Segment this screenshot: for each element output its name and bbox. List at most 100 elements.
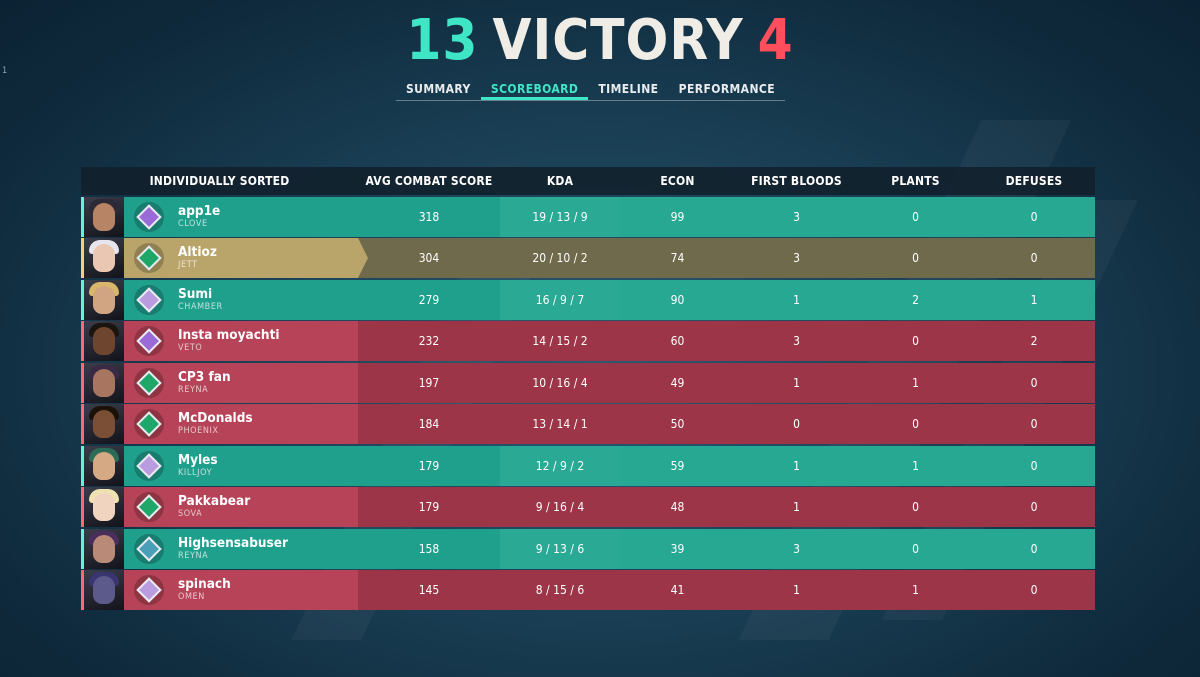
agent-name: CHAMBER xyxy=(178,301,223,312)
acs-value: 318 xyxy=(358,196,500,237)
player-name[interactable]: Pakkabear xyxy=(178,494,250,508)
player-name[interactable]: Myles xyxy=(178,453,218,467)
player-name[interactable]: CP3 fan xyxy=(178,370,231,384)
defuses-value: 0 xyxy=(973,362,1095,403)
agent-face xyxy=(93,244,115,272)
rank-gem xyxy=(136,286,162,313)
player-row[interactable]: CP3 fan REYNA 197 10 / 16 / 4 49 1 1 0 xyxy=(81,362,1095,403)
player-cell: app1e CLOVE xyxy=(81,196,358,237)
player-row[interactable]: Highsensabuser REYNA 158 9 / 13 / 6 39 3… xyxy=(81,528,1095,569)
agent-portrait xyxy=(84,445,124,486)
column-header-acs[interactable]: AVG COMBAT SCORE xyxy=(358,174,500,188)
amethyst-rank-icon xyxy=(134,326,164,356)
plants-value: 1 xyxy=(858,362,973,403)
player-cell: CP3 fan REYNA xyxy=(81,362,358,403)
econ-value: 59 xyxy=(620,445,735,486)
acs-value: 232 xyxy=(358,321,500,361)
first-bloods-value: 3 xyxy=(735,321,858,361)
agent-face xyxy=(93,451,115,480)
agent-name: VETO xyxy=(178,343,203,354)
kda-value: 12 / 9 / 2 xyxy=(500,445,620,486)
acs-value: 179 xyxy=(358,445,500,486)
emerald-rank-icon xyxy=(134,409,164,439)
agent-name: PHOENIX xyxy=(178,426,219,437)
player-row[interactable]: Insta moyachti VETO 232 14 / 15 / 2 60 3… xyxy=(81,321,1095,361)
player-row[interactable]: Myles KILLJOY 179 12 / 9 / 2 59 1 1 0 xyxy=(81,445,1095,486)
scoreboard-header: INDIVIDUALLY SORTED AVG COMBAT SCORE KDA… xyxy=(81,167,1095,195)
rank-gem xyxy=(136,203,162,230)
first-bloods-value: 1 xyxy=(735,279,858,320)
first-bloods-value: 3 xyxy=(735,196,858,237)
column-header-defuses[interactable]: DEFUSES xyxy=(973,174,1095,188)
agent-face xyxy=(93,534,115,563)
agent-name: SOVA xyxy=(178,509,203,520)
player-row[interactable]: spinach OMEN 145 8 / 15 / 6 41 1 1 0 xyxy=(81,570,1095,610)
acs-value: 179 xyxy=(358,487,500,527)
column-header-plants[interactable]: PLANTS xyxy=(858,174,973,188)
tab-timeline[interactable]: TIMELINE xyxy=(588,80,668,100)
acs-value: 279 xyxy=(358,279,500,320)
column-header-kda[interactable]: KDA xyxy=(500,174,620,188)
player-name[interactable]: Altioz xyxy=(178,245,217,259)
acs-value: 145 xyxy=(358,570,500,610)
kda-value: 16 / 9 / 7 xyxy=(500,279,620,320)
plants-value: 0 xyxy=(858,321,973,361)
rank-gem xyxy=(136,452,162,479)
rank-gem xyxy=(136,577,162,603)
match-result-header: 13 VICTORY 4 xyxy=(0,8,1200,73)
agent-portrait xyxy=(84,238,124,278)
rank-gem xyxy=(136,245,162,271)
player-name[interactable]: McDonalds xyxy=(178,411,253,425)
emerald-rank-icon xyxy=(134,492,164,522)
player-identity: Altioz JETT xyxy=(178,245,217,271)
player-row[interactable]: app1e CLOVE 318 19 / 13 / 9 99 3 0 0 xyxy=(81,196,1095,237)
tab-scoreboard[interactable]: SCOREBOARD xyxy=(480,80,589,100)
kda-value: 9 / 16 / 4 xyxy=(500,487,620,527)
kda-value: 8 / 15 / 6 xyxy=(500,570,620,610)
player-name[interactable]: spinach xyxy=(178,577,231,591)
column-header-first-bloods[interactable]: FIRST BLOODS xyxy=(735,174,858,188)
player-identity: Myles KILLJOY xyxy=(178,453,218,479)
plants-value: 0 xyxy=(858,528,973,569)
first-bloods-value: 1 xyxy=(735,362,858,403)
tab-performance[interactable]: PERFORMANCE xyxy=(669,80,785,100)
player-name[interactable]: Insta moyachti xyxy=(178,328,280,342)
player-row[interactable]: McDonalds PHOENIX 184 13 / 14 / 1 50 0 0… xyxy=(81,404,1095,444)
player-row[interactable]: Sumi CHAMBER 279 16 / 9 / 7 90 1 2 1 xyxy=(81,279,1095,320)
player-name[interactable]: Highsensabuser xyxy=(178,536,288,550)
first-bloods-value: 1 xyxy=(735,445,858,486)
kda-value: 14 / 15 / 2 xyxy=(500,321,620,361)
defuses-value: 0 xyxy=(973,445,1095,486)
scoreboard-rows: app1e CLOVE 318 19 / 13 / 9 99 3 0 0 Alt… xyxy=(81,196,1095,610)
defuses-value: 0 xyxy=(973,528,1095,569)
agent-face xyxy=(93,493,115,521)
acs-value: 197 xyxy=(358,362,500,403)
econ-value: 41 xyxy=(620,570,735,610)
platinum-rank-icon xyxy=(134,533,164,564)
emerald-rank-icon xyxy=(134,367,164,398)
agent-name: REYNA xyxy=(178,550,209,561)
player-row[interactable]: Altioz JETT 304 20 / 10 / 2 74 3 0 0 xyxy=(81,238,1095,278)
player-name[interactable]: Sumi xyxy=(178,287,223,301)
tab-summary[interactable]: SUMMARY xyxy=(396,80,481,100)
first-bloods-value: 1 xyxy=(735,487,858,527)
player-identity: McDonalds PHOENIX xyxy=(178,411,253,437)
player-name[interactable]: app1e xyxy=(178,204,220,218)
player-identity: Pakkabear SOVA xyxy=(178,494,250,520)
player-cell: Pakkabear SOVA xyxy=(81,487,358,527)
agent-name: OMEN xyxy=(178,592,205,603)
player-cell: Sumi CHAMBER xyxy=(81,279,358,320)
econ-value: 49 xyxy=(620,362,735,403)
player-identity: CP3 fan REYNA xyxy=(178,370,231,396)
agent-name: CLOVE xyxy=(178,218,208,229)
column-header-econ[interactable]: ECON xyxy=(620,174,735,188)
match-tabs: SUMMARY SCOREBOARD TIMELINE PERFORMANCE xyxy=(396,80,785,101)
kda-value: 9 / 13 / 6 xyxy=(500,528,620,569)
acs-value: 304 xyxy=(358,238,500,278)
agent-face xyxy=(93,327,115,355)
column-header-sort[interactable]: INDIVIDUALLY SORTED xyxy=(81,174,358,188)
acs-value: 158 xyxy=(358,528,500,569)
agent-portrait xyxy=(84,570,124,610)
plants-value: 0 xyxy=(858,404,973,444)
player-row[interactable]: Pakkabear SOVA 179 9 / 16 / 4 48 1 0 0 xyxy=(81,487,1095,527)
